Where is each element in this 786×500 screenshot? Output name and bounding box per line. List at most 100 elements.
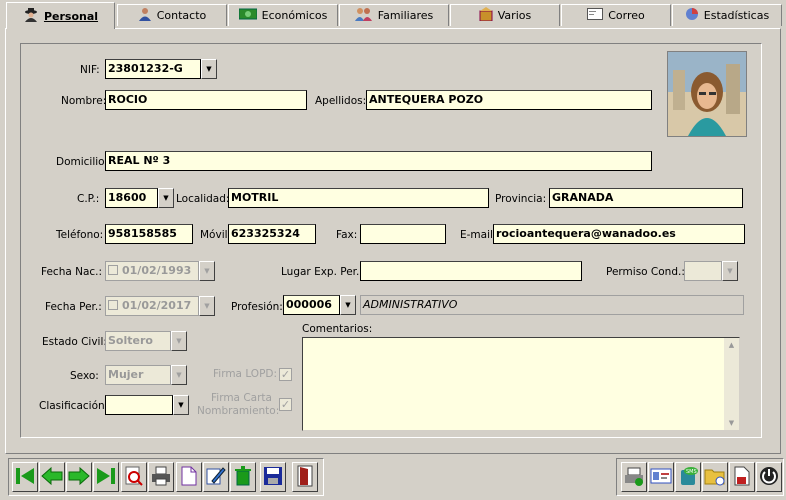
lugar-exp-label: Lugar Exp. Per. — [281, 266, 360, 278]
tab-label: Varios — [497, 9, 532, 22]
tab-familiares[interactable]: Familiares — [339, 4, 449, 26]
tab-label: Estadísticas — [703, 9, 770, 22]
chevron-down-icon: ▼ — [204, 302, 210, 310]
clasificacion-dropdown-button[interactable]: ▼ — [173, 395, 189, 415]
nif-field[interactable]: 23801232-G — [105, 59, 201, 79]
chevron-down-icon: ▼ — [176, 371, 182, 379]
firma-lopd-label: Firma LOPD: — [213, 368, 278, 380]
estado-civil-dropdown-button[interactable]: ▼ — [171, 331, 187, 351]
nombre-field[interactable]: ROCIO — [105, 90, 307, 110]
id-card-button[interactable] — [648, 462, 674, 492]
person-icon — [23, 7, 39, 25]
exit-button[interactable] — [292, 462, 318, 492]
tab-estadisticas[interactable]: Estadísticas — [672, 4, 782, 26]
fax-field[interactable] — [360, 224, 446, 244]
last-icon — [96, 466, 116, 489]
fecha-per-dropdown-button[interactable]: ▼ — [199, 296, 215, 316]
cp-field[interactable]: 18600 — [105, 188, 158, 208]
chevron-down-icon: ▼ — [176, 337, 182, 345]
door-exit-icon — [296, 465, 314, 490]
folder-button[interactable] — [702, 462, 728, 492]
domicilio-label: Domicilio: — [56, 156, 109, 168]
family-icon — [354, 7, 373, 24]
telefono-label: Teléfono: — [56, 229, 104, 241]
comentarios-label: Comentarios: — [302, 323, 373, 335]
print-button[interactable] — [148, 462, 174, 492]
profesion-dropdown-button[interactable]: ▼ — [340, 295, 356, 315]
save-button[interactable] — [260, 462, 286, 492]
calendar-icon — [108, 300, 118, 310]
delete-record-button[interactable] — [230, 462, 256, 492]
permiso-cond-field[interactable] — [684, 261, 722, 281]
new-document-icon — [180, 466, 198, 489]
firma-carta-label: Firma Carta — [211, 392, 272, 404]
profesion-code-field[interactable]: 000006 — [283, 295, 340, 315]
apellidos-label: Apellidos: — [315, 95, 367, 107]
arrow-left-icon — [41, 466, 63, 489]
localidad-field[interactable]: MOTRIL — [228, 188, 489, 208]
tab-correo[interactable]: Correo — [561, 4, 671, 26]
estado-civil-field[interactable]: Soltero — [105, 331, 171, 351]
scroll-down-icon[interactable]: ▼ — [724, 419, 739, 427]
comentarios-textarea[interactable]: ▲ ▼ — [302, 337, 740, 431]
sexo-field[interactable]: Mujer — [105, 365, 171, 385]
lugar-exp-field[interactable] — [360, 261, 582, 281]
permiso-cond-dropdown-button[interactable]: ▼ — [722, 261, 738, 281]
tab-label: Familiares — [377, 9, 434, 22]
last-record-button[interactable] — [93, 462, 119, 492]
power-icon — [759, 466, 779, 489]
money-icon — [238, 8, 258, 23]
firma-lopd-checkbox[interactable]: ✓ — [279, 368, 292, 381]
power-button[interactable] — [756, 462, 782, 492]
chevron-down-icon: ▼ — [206, 65, 212, 73]
sexo-label: Sexo: — [70, 370, 99, 382]
sms-button[interactable]: SMS — [675, 462, 701, 492]
tab-label: Correo — [608, 9, 645, 22]
print-letter-button[interactable] — [621, 462, 647, 492]
previous-record-button[interactable] — [39, 462, 65, 492]
search-button[interactable] — [121, 462, 147, 492]
fecha-per-label: Fecha Per.: — [45, 301, 102, 313]
cp-dropdown-button[interactable]: ▼ — [158, 188, 174, 208]
fecha-nac-field[interactable]: 01/02/1993 — [105, 261, 199, 281]
first-record-button[interactable] — [12, 462, 38, 492]
estado-civil-label: Estado Civil: — [42, 336, 107, 348]
printer-add-icon — [624, 466, 644, 489]
nif-label: NIF: — [80, 64, 100, 76]
sexo-dropdown-button[interactable]: ▼ — [171, 365, 187, 385]
movil-field[interactable]: 623325324 — [228, 224, 316, 244]
search-icon — [124, 466, 144, 489]
document-icon — [733, 466, 751, 489]
arrow-right-icon — [68, 466, 90, 489]
next-record-button[interactable] — [66, 462, 92, 492]
clasificacion-field[interactable] — [105, 395, 173, 415]
telefono-field[interactable]: 958158585 — [105, 224, 193, 244]
fecha-per-field[interactable]: 01/02/2017 — [105, 296, 199, 316]
tab-contacto[interactable]: Contacto — [117, 4, 227, 26]
tab-personal[interactable]: Personal — [6, 2, 115, 29]
new-record-button[interactable] — [176, 462, 202, 492]
folder-icon — [704, 466, 726, 489]
edit-record-button[interactable] — [203, 462, 229, 492]
calendar-icon — [108, 265, 118, 275]
provincia-field[interactable]: GRANADA — [549, 188, 743, 208]
apellidos-field[interactable]: ANTEQUERA POZO — [366, 90, 652, 110]
scrollbar[interactable]: ▲ ▼ — [724, 338, 739, 430]
scroll-up-icon[interactable]: ▲ — [724, 341, 739, 349]
tab-varios[interactable]: Varios — [450, 4, 560, 26]
chart-icon — [685, 7, 699, 24]
tab-label: Económicos — [261, 9, 328, 22]
provincia-label: Provincia: — [495, 193, 547, 205]
domicilio-field[interactable]: REAL Nº 3 — [105, 151, 652, 171]
firma-carta-checkbox[interactable]: ✓ — [279, 398, 292, 411]
first-icon — [15, 466, 35, 489]
tab-economicos[interactable]: Económicos — [228, 4, 338, 26]
fecha-nac-dropdown-button[interactable]: ▼ — [199, 261, 215, 281]
cp-label: C.P.: — [77, 193, 100, 205]
email-field[interactable]: rocioantequera@wanadoo.es — [493, 224, 745, 244]
profesion-label: Profesión: — [231, 301, 283, 313]
mail-icon — [587, 8, 604, 23]
localidad-label: Localidad: — [176, 193, 230, 205]
nif-dropdown-button[interactable]: ▼ — [201, 59, 217, 79]
document-button[interactable] — [729, 462, 755, 492]
